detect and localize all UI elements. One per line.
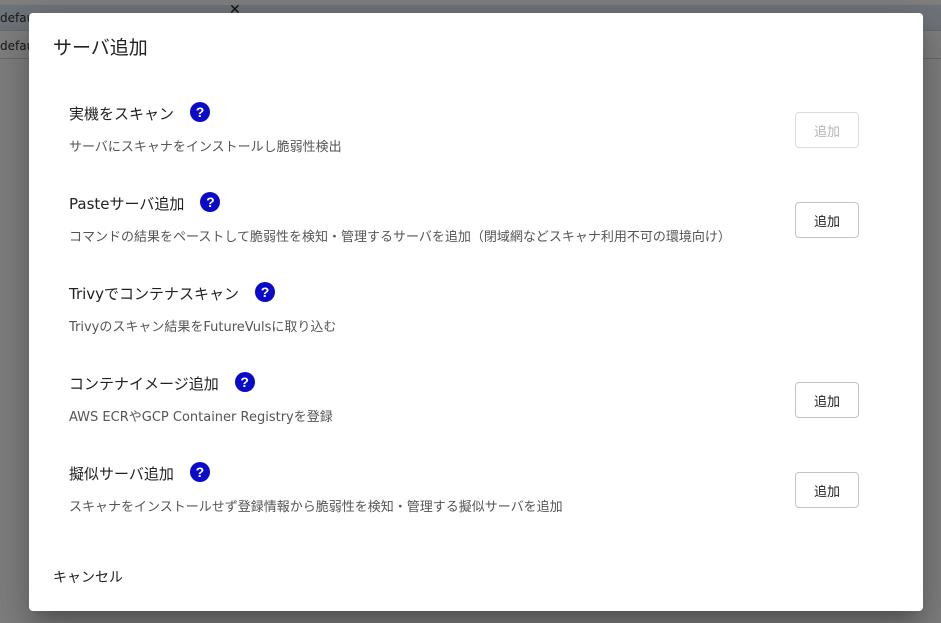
add-server-dialog: サーバ追加 実機をスキャン? サーバにスキャナをインストールし脆弱性検出 追加 …: [29, 13, 923, 611]
option-real-machine-scan: 実機をスキャン? サーバにスキャナをインストールし脆弱性検出: [69, 102, 899, 162]
option-title: Pasteサーバ追加: [69, 195, 185, 213]
option-title: 擬似サーバ追加: [69, 465, 174, 483]
option-title: コンテナイメージ追加: [69, 375, 219, 393]
help-icon[interactable]: ?: [234, 372, 255, 392]
add-real-machine-button: 追加: [795, 112, 859, 148]
option-description: Trivyのスキャン結果をFutureVulsに取り込む: [69, 320, 337, 335]
help-icon[interactable]: ?: [190, 102, 211, 122]
option-pseudo-server: 擬似サーバ追加? スキャナをインストールせず登録情報から脆弱性を検知・管理する擬…: [69, 462, 899, 522]
add-paste-server-button[interactable]: 追加: [795, 202, 859, 238]
option-description: スキャナをインストールせず登録情報から脆弱性を検知・管理する擬似サーバを追加: [69, 500, 563, 515]
option-container-image: コンテナイメージ追加? AWS ECRやGCP Container Regist…: [69, 372, 899, 432]
option-paste-server: Pasteサーバ追加? コマンドの結果をペーストして脆弱性を検知・管理するサーバ…: [69, 192, 899, 252]
option-description: サーバにスキャナをインストールし脆弱性検出: [69, 140, 342, 155]
option-description: コマンドの結果をペーストして脆弱性を検知・管理するサーバを追加（閉域網などスキャ…: [69, 230, 731, 245]
cancel-button[interactable]: キャンセル: [53, 567, 123, 587]
option-trivy-container-scan: Trivyでコンテナスキャン? Trivyのスキャン結果をFutureVulsに…: [69, 282, 899, 342]
option-title: 実機をスキャン: [69, 105, 175, 123]
option-description: AWS ECRやGCP Container Registryを登録: [69, 410, 333, 425]
add-pseudo-server-button[interactable]: 追加: [795, 472, 859, 508]
add-container-image-button[interactable]: 追加: [795, 382, 859, 418]
option-title: Trivyでコンテナスキャン: [69, 285, 240, 303]
help-icon[interactable]: ?: [200, 192, 221, 212]
help-icon[interactable]: ?: [189, 462, 210, 482]
dialog-title: サーバ追加: [53, 37, 148, 59]
help-icon[interactable]: ?: [255, 282, 276, 302]
